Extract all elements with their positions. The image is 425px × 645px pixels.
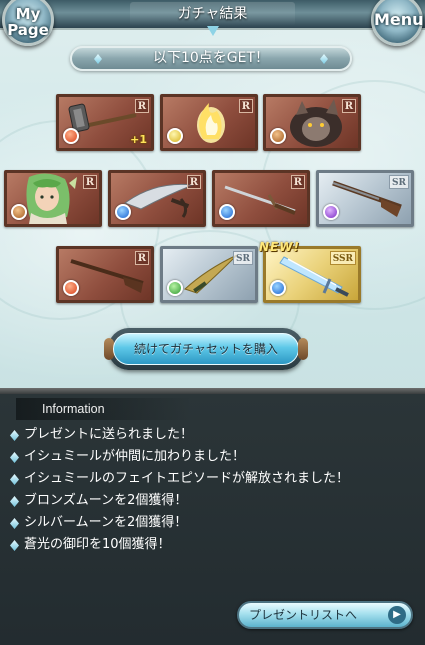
water-element-icon: [115, 204, 131, 220]
info-message: ブロンズムーンを2個獲得！: [24, 493, 188, 508]
item-card-rapier[interactable]: R: [212, 170, 310, 227]
list-item: 蒼光の御印を10個獲得！: [0, 534, 425, 556]
new-badge: NEW!: [259, 240, 300, 254]
rarity-badge: R: [290, 175, 305, 189]
rarity-badge: R: [238, 99, 253, 113]
info-message: シルバームーンを2個獲得！: [24, 515, 188, 530]
fire-element-icon: [63, 280, 79, 296]
button-end-cap: [298, 338, 308, 360]
item-card-spirit[interactable]: R: [160, 94, 258, 151]
dark-element-icon: [323, 204, 339, 220]
top-header-bar: ガチャ結果: [0, 0, 425, 30]
diamond-bullet-icon: [10, 540, 19, 551]
buy-button-frame: 続けてガチャセットを購入: [104, 328, 308, 370]
information-heading: Information: [16, 398, 191, 420]
diamond-bullet-icon: [10, 474, 19, 485]
rarity-badge: SSR: [329, 251, 356, 265]
water-element-icon: [219, 204, 235, 220]
present-list-button[interactable]: プレゼントリストへ ▶: [237, 601, 413, 629]
buy-gacha-set-button[interactable]: 続けてガチャセットを購入: [113, 333, 299, 365]
rarity-badge: R: [341, 99, 356, 113]
item-card-ice-sword[interactable]: SSR: [263, 246, 361, 303]
diamond-bullet-icon: [10, 496, 19, 507]
page-title: ガチャ結果: [130, 2, 295, 26]
plus-bonus-label: +1: [130, 133, 147, 146]
list-item: プレゼントに送られました！: [0, 424, 425, 446]
item-card-musket[interactable]: R: [56, 246, 154, 303]
diamond-bullet-icon: [10, 430, 19, 441]
info-message: 蒼光の御印を10個獲得！: [24, 537, 171, 552]
present-list-label: プレゼントリストへ: [249, 608, 358, 622]
list-item: シルバームーンを2個獲得！: [0, 512, 425, 534]
get-banner: 以下10点をGET！: [70, 46, 352, 71]
fire-element-icon: [63, 128, 79, 144]
info-message: イシュミールが仲間に加わりました！: [24, 449, 246, 464]
diamond-bullet-icon: [10, 452, 19, 463]
light-element-icon: [167, 128, 183, 144]
earth-element-icon: [270, 128, 286, 144]
item-card-curved-blade[interactable]: R: [108, 170, 206, 227]
item-card-hammer[interactable]: R +1: [56, 94, 154, 151]
item-card-character[interactable]: R: [4, 170, 102, 227]
item-card-beast[interactable]: R: [263, 94, 361, 151]
item-card-rifle[interactable]: SR: [316, 170, 414, 227]
info-message: イシュミールのフェイトエピソードが解放されました！: [24, 471, 350, 486]
information-list: プレゼントに送られました！ イシュミールが仲間に加わりました！ イシュミールのフ…: [0, 424, 425, 556]
rarity-badge: R: [186, 175, 201, 189]
rarity-badge: SR: [389, 175, 409, 189]
rarity-badge: R: [82, 175, 97, 189]
list-item: イシュミールが仲間に加わりました！: [0, 446, 425, 468]
gem-icon: [320, 54, 328, 64]
earth-element-icon: [11, 204, 27, 220]
get-banner-text: 以下10点をGET！: [152, 50, 270, 66]
wind-element-icon: [167, 280, 183, 296]
list-item: ブロンズムーンを2個獲得！: [0, 490, 425, 512]
rarity-badge: SR: [233, 251, 253, 265]
rarity-badge: R: [134, 251, 149, 265]
water-element-icon: [270, 280, 286, 296]
item-card-dagger[interactable]: SR: [160, 246, 258, 303]
rarity-badge: R: [134, 99, 149, 113]
info-message: プレゼントに送られました！: [24, 427, 194, 442]
play-arrow-icon: ▶: [388, 606, 406, 624]
list-item: イシュミールのフェイトエピソードが解放されました！: [0, 468, 425, 490]
diamond-bullet-icon: [10, 518, 19, 529]
gem-icon: [94, 54, 102, 64]
